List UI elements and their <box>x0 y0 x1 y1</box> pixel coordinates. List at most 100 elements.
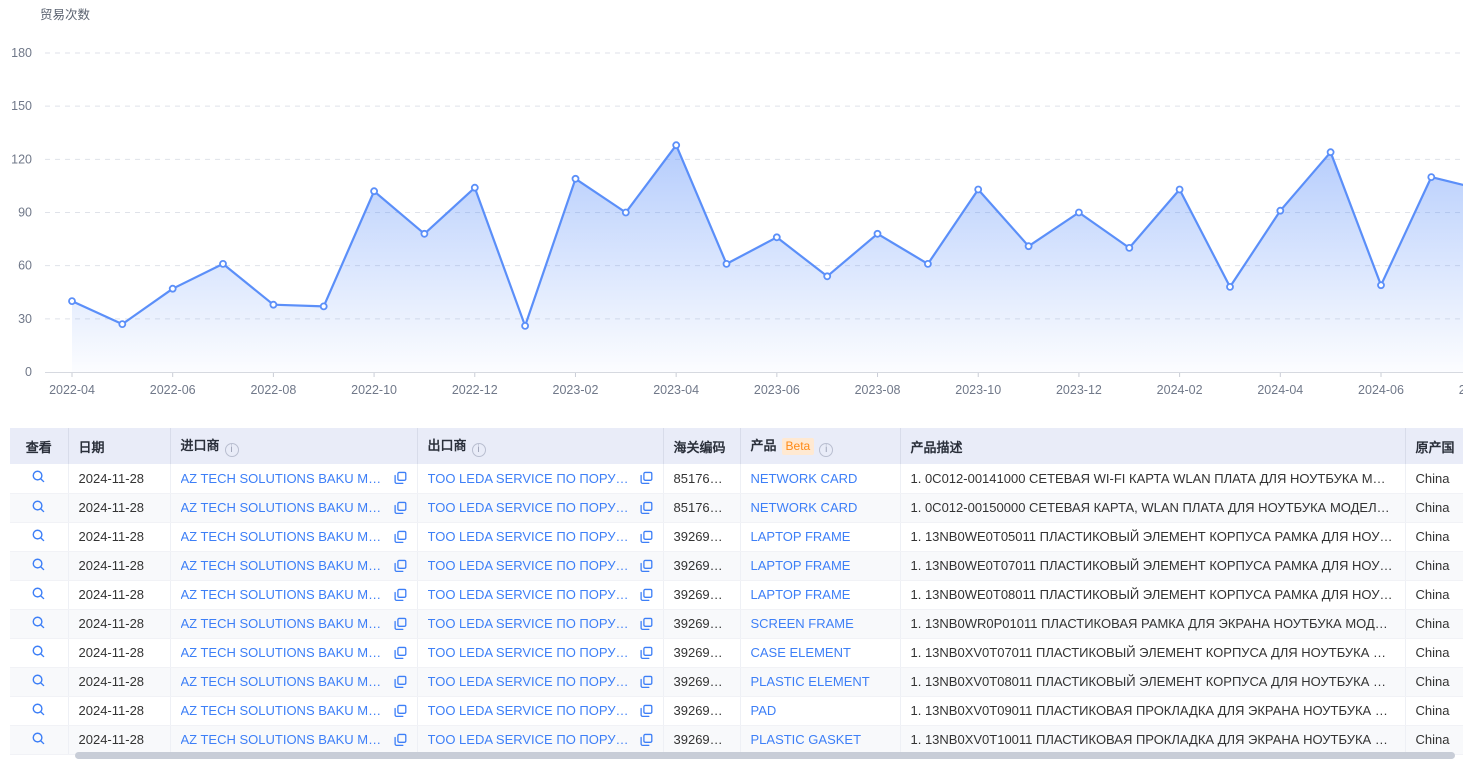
magnifier-icon <box>31 702 46 717</box>
copy-button[interactable] <box>640 617 653 631</box>
copy-button[interactable] <box>640 530 653 544</box>
product-link[interactable]: LAPTOP FRAME <box>751 587 851 602</box>
copy-button[interactable] <box>394 588 407 602</box>
product-link[interactable]: PLASTIC ELEMENT <box>751 674 870 689</box>
product-link[interactable]: PLASTIC GASKET <box>751 732 862 747</box>
view-detail-button[interactable] <box>31 615 46 630</box>
exporter-link[interactable]: TOO LEDA SERVICE ПО ПОРУЧЕН... <box>428 558 634 573</box>
view-detail-button[interactable] <box>31 528 46 543</box>
info-icon[interactable]: i <box>225 443 239 457</box>
copy-button[interactable] <box>640 704 653 718</box>
beta-badge: Beta <box>782 438 815 455</box>
copy-button[interactable] <box>640 588 653 602</box>
description-cell: 1. 13NB0WR0P01011 ПЛАСТИКОВАЯ РАМКА ДЛЯ … <box>900 609 1405 638</box>
origin-cell: China <box>1405 638 1463 667</box>
importer-link[interactable]: AZ TECH SOLUTIONS BAKU MMC <box>181 500 388 515</box>
importer-link[interactable]: AZ TECH SOLUTIONS BAKU MMC <box>181 587 388 602</box>
col-header-exporter: 出口商i <box>417 428 663 464</box>
exporter-link[interactable]: TOO LEDA SERVICE ПО ПОРУЧЕН... <box>428 732 634 747</box>
shipments-table-container: 查看 日期 进口商i 出口商i 海关编码 产品Betai 产品描述 原产国 <box>10 428 1463 760</box>
importer-link[interactable]: AZ TECH SOLUTIONS BAKU MMC <box>181 616 388 631</box>
product-link[interactable]: CASE ELEMENT <box>751 645 851 660</box>
view-detail-button[interactable] <box>31 557 46 572</box>
exporter-link[interactable]: TOO LEDA SERVICE ПО ПОРУЧЕН... <box>428 703 634 718</box>
view-detail-button[interactable] <box>31 586 46 601</box>
view-detail-button[interactable] <box>31 673 46 688</box>
info-icon[interactable]: i <box>472 443 486 457</box>
date-cell: 2024-11-28 <box>68 580 170 609</box>
importer-link[interactable]: AZ TECH SOLUTIONS BAKU MMC <box>181 471 388 486</box>
copy-button[interactable] <box>394 559 407 573</box>
copy-icon <box>394 704 407 718</box>
view-detail-button[interactable] <box>31 702 46 717</box>
origin-cell: China <box>1405 551 1463 580</box>
product-link[interactable]: LAPTOP FRAME <box>751 558 851 573</box>
copy-icon <box>394 588 407 602</box>
view-detail-button[interactable] <box>31 499 46 514</box>
svg-text:2024-02: 2024-02 <box>1157 383 1203 397</box>
product-link[interactable]: NETWORK CARD <box>751 471 858 486</box>
svg-text:2024-08: 2024-08 <box>1459 383 1463 397</box>
table-row: 2024-11-28 AZ TECH SOLUTIONS BAKU MMC TO… <box>10 580 1463 609</box>
copy-icon <box>640 530 653 544</box>
exporter-link[interactable]: TOO LEDA SERVICE ПО ПОРУЧЕН... <box>428 587 634 602</box>
view-cell <box>10 551 68 580</box>
exporter-link[interactable]: TOO LEDA SERVICE ПО ПОРУЧЕН... <box>428 674 634 689</box>
copy-button[interactable] <box>640 471 653 485</box>
svg-text:180: 180 <box>11 46 32 60</box>
exporter-link[interactable]: TOO LEDA SERVICE ПО ПОРУЧЕН... <box>428 616 634 631</box>
importer-link[interactable]: AZ TECH SOLUTIONS BAKU MMC <box>181 674 388 689</box>
horizontal-scrollbar-thumb[interactable] <box>75 752 1455 759</box>
copy-icon <box>394 733 407 747</box>
copy-button[interactable] <box>394 501 407 515</box>
product-link[interactable]: PAD <box>751 703 777 718</box>
product-link[interactable]: NETWORK CARD <box>751 500 858 515</box>
copy-button[interactable] <box>394 471 407 485</box>
copy-button[interactable] <box>394 733 407 747</box>
importer-link[interactable]: AZ TECH SOLUTIONS BAKU MMC <box>181 645 388 660</box>
svg-text:2022-12: 2022-12 <box>452 383 498 397</box>
svg-text:0: 0 <box>25 365 32 379</box>
view-detail-button[interactable] <box>31 644 46 659</box>
exporter-link[interactable]: TOO LEDA SERVICE ПО ПОРУЧЕН... <box>428 645 634 660</box>
importer-cell: AZ TECH SOLUTIONS BAKU MMC <box>170 551 417 580</box>
exporter-link[interactable]: TOO LEDA SERVICE ПО ПОРУЧЕН... <box>428 529 634 544</box>
col-header-origin: 原产国 <box>1405 428 1463 464</box>
product-cell: NETWORK CARD <box>740 464 900 493</box>
copy-button[interactable] <box>640 675 653 689</box>
copy-icon <box>640 675 653 689</box>
product-link[interactable]: SCREEN FRAME <box>751 616 854 631</box>
product-link[interactable]: LAPTOP FRAME <box>751 529 851 544</box>
importer-link[interactable]: AZ TECH SOLUTIONS BAKU MMC <box>181 732 388 747</box>
copy-button[interactable] <box>394 617 407 631</box>
importer-cell: AZ TECH SOLUTIONS BAKU MMC <box>170 522 417 551</box>
copy-button[interactable] <box>394 646 407 660</box>
importer-cell: AZ TECH SOLUTIONS BAKU MMC <box>170 580 417 609</box>
view-cell <box>10 522 68 551</box>
product-cell: LAPTOP FRAME <box>740 522 900 551</box>
exporter-cell: TOO LEDA SERVICE ПО ПОРУЧЕН... <box>417 580 663 609</box>
copy-icon <box>640 588 653 602</box>
info-icon[interactable]: i <box>819 443 833 457</box>
exporter-link[interactable]: TOO LEDA SERVICE ПО ПОРУЧЕН... <box>428 471 634 486</box>
table-row: 2024-11-28 AZ TECH SOLUTIONS BAKU MMC TO… <box>10 551 1463 580</box>
product-cell: LAPTOP FRAME <box>740 580 900 609</box>
copy-icon <box>394 675 407 689</box>
svg-text:60: 60 <box>18 259 32 273</box>
copy-button[interactable] <box>640 646 653 660</box>
exporter-link[interactable]: TOO LEDA SERVICE ПО ПОРУЧЕН... <box>428 500 634 515</box>
importer-link[interactable]: AZ TECH SOLUTIONS BAKU MMC <box>181 529 388 544</box>
view-detail-button[interactable] <box>31 731 46 746</box>
importer-link[interactable]: AZ TECH SOLUTIONS BAKU MMC <box>181 558 388 573</box>
copy-button[interactable] <box>394 530 407 544</box>
copy-button[interactable] <box>640 733 653 747</box>
copy-button[interactable] <box>640 559 653 573</box>
svg-text:2022-06: 2022-06 <box>150 383 196 397</box>
copy-button[interactable] <box>640 501 653 515</box>
copy-button[interactable] <box>394 675 407 689</box>
view-detail-button[interactable] <box>31 469 46 484</box>
view-cell <box>10 493 68 522</box>
description-cell: 1. 13NB0XV0T09011 ПЛАСТИКОВАЯ ПРОКЛАДКА … <box>900 696 1405 725</box>
importer-link[interactable]: AZ TECH SOLUTIONS BAKU MMC <box>181 703 388 718</box>
copy-button[interactable] <box>394 704 407 718</box>
